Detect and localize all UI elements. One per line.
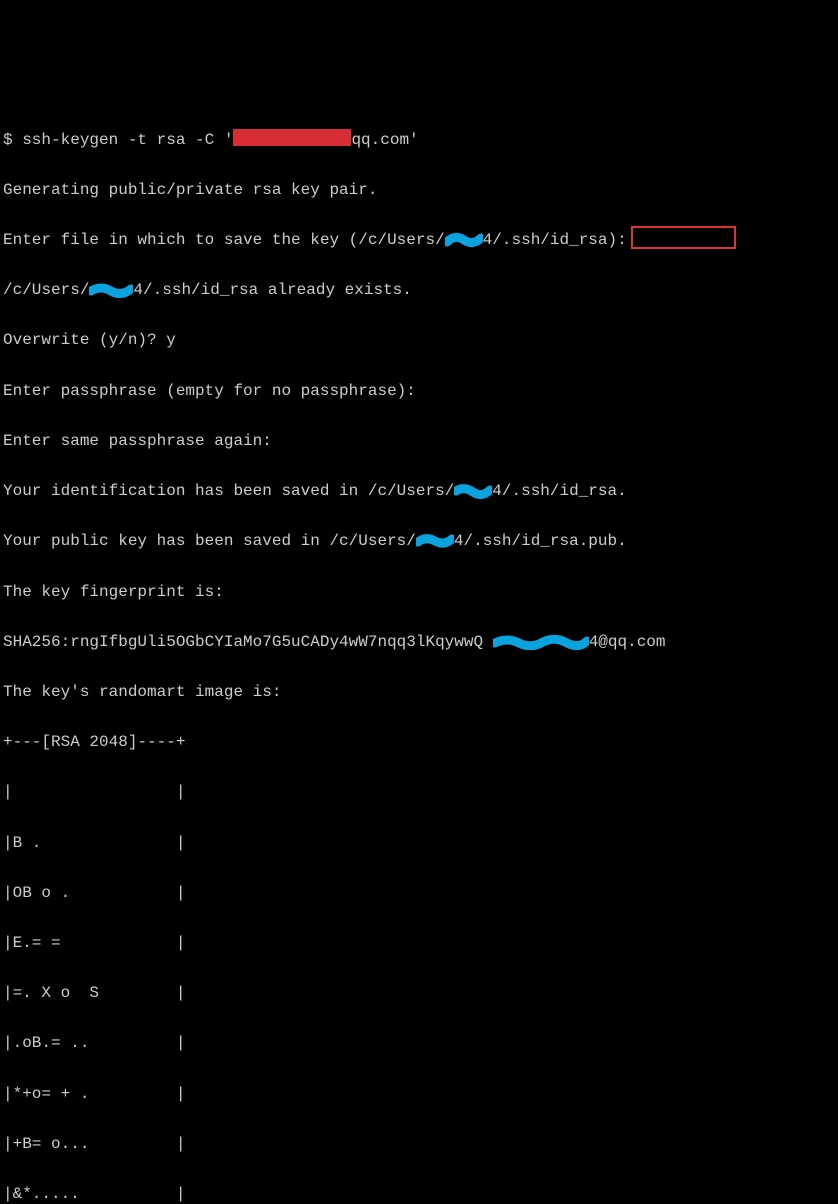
redaction-input-outline <box>631 226 736 249</box>
prompt: $ <box>3 131 22 149</box>
redaction-username-3 <box>454 483 492 499</box>
randomart-row: |B . | <box>3 831 835 856</box>
randomart-top: +---[RSA 2048]----+ <box>3 730 835 755</box>
redaction-username-4 <box>416 533 454 549</box>
randomart-row: |=. X o S | <box>3 981 835 1006</box>
output-id-saved: Your identification has been saved in /c… <box>3 479 835 504</box>
output-already-exists: /c/Users/4/.ssh/id_rsa already exists. <box>3 278 835 303</box>
redaction-email-scribble <box>493 634 589 650</box>
redaction-username-1 <box>445 232 483 248</box>
randomart-row: |E.= = | <box>3 931 835 956</box>
randomart-row: |*+o= + . | <box>3 1082 835 1107</box>
output-pub-saved: Your public key has been saved in /c/Use… <box>3 529 835 554</box>
command-line: $ ssh-keygen -t rsa -C ' qq.com' <box>3 128 835 153</box>
randomart-row: |.oB.= .. | <box>3 1031 835 1056</box>
command-text-post: qq.com' <box>351 131 418 149</box>
output-fingerprint-label: The key fingerprint is: <box>3 580 835 605</box>
command-text-pre: ssh-keygen -t rsa -C ' <box>22 131 233 149</box>
randomart-row: | | <box>3 780 835 805</box>
redaction-username-2 <box>89 282 133 298</box>
output-passphrase-again: Enter same passphrase again: <box>3 429 835 454</box>
redaction-email <box>233 129 351 146</box>
output-randomart-label: The key's randomart image is: <box>3 680 835 705</box>
randomart-row: |&*..... | <box>3 1182 835 1204</box>
randomart-row: |OB o . | <box>3 881 835 906</box>
output-fingerprint-value: SHA256:rngIfbgUli5OGbCYIaMo7G5uCADy4wW7n… <box>3 630 835 655</box>
output-overwrite: Overwrite (y/n)? y <box>3 328 835 353</box>
output-generating: Generating public/private rsa key pair. <box>3 178 835 203</box>
randomart-row: |+B= o... | <box>3 1132 835 1157</box>
terminal-output: $ ssh-keygen -t rsa -C ' qq.com' Generati… <box>3 102 835 1204</box>
output-passphrase: Enter passphrase (empty for no passphras… <box>3 379 835 404</box>
output-enter-file: Enter file in which to save the key (/c/… <box>3 228 835 253</box>
